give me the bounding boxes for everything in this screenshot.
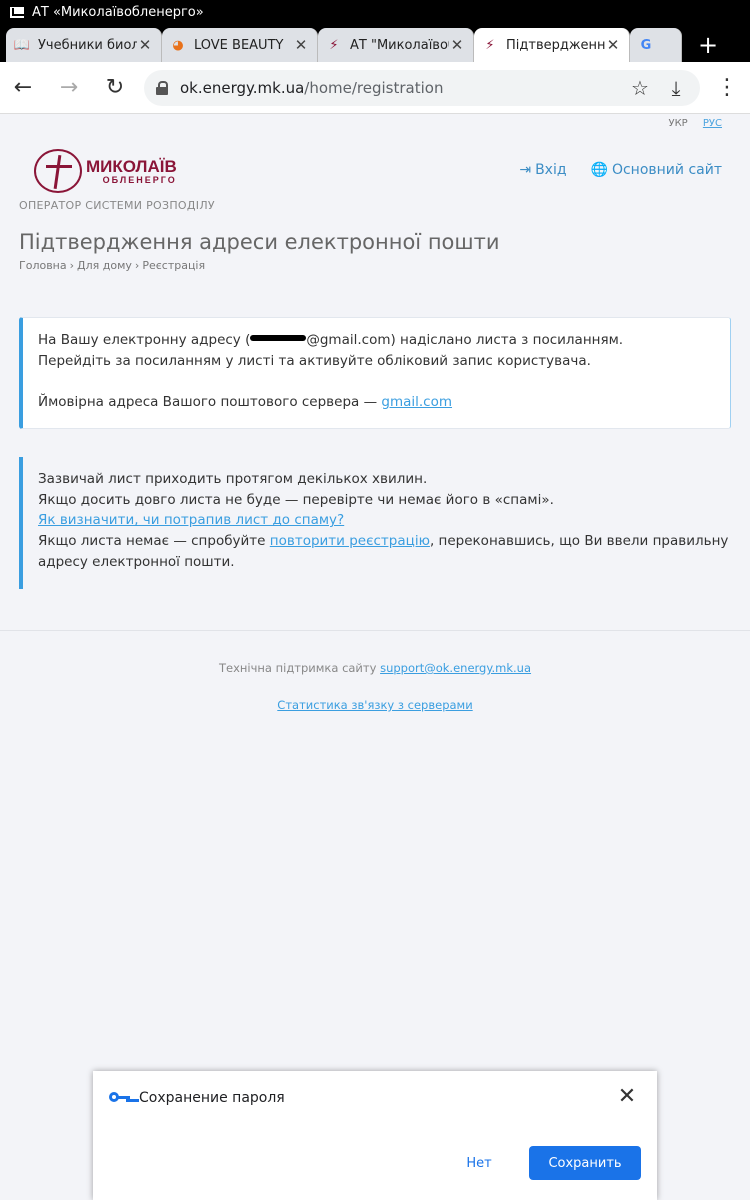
leaf-icon: ◕ — [172, 37, 184, 53]
close-tab-icon[interactable]: ✕ — [449, 36, 465, 54]
tab-textbooks[interactable]: 📖 Учебники биоло ✕ — [6, 28, 162, 62]
decline-button[interactable]: Нет — [449, 1146, 509, 1180]
forward-arrow-icon[interactable]: → — [46, 65, 92, 111]
reload-icon[interactable]: ↻ — [92, 65, 138, 111]
notice-line: Зазвичай лист приходить протягом декільк… — [38, 471, 428, 487]
site-logo[interactable]: МИКОЛАЇВ ОБЛЕНЕРГО — [34, 149, 177, 193]
tab-label: LOVE BEAUTY — [194, 37, 284, 53]
language-switcher: УКР РУС — [656, 118, 722, 129]
close-tab-icon[interactable]: ✕ — [605, 36, 621, 54]
notice-line: Перейдіть за посиланням у листі та актив… — [38, 352, 591, 369]
url-host: ok.energy.mk.ua — [180, 78, 305, 97]
breadcrumb-home[interactable]: Головна — [19, 259, 67, 272]
power-tower-logo-icon — [34, 149, 82, 193]
notice-line: На Вашу електронну адресу ( @gmail.com) н… — [38, 330, 716, 351]
notice-text: Якщо листа немає — спробуйте — [38, 533, 266, 550]
retry-registration-link[interactable]: повторити реєстрацію — [270, 533, 430, 549]
logo-word-2: ОБЛЕНЕРГО — [102, 174, 177, 185]
globe-icon: 🌐 — [590, 162, 608, 178]
save-button[interactable]: Сохранить — [529, 1146, 641, 1180]
email-sent-notice: На Вашу електронну адресу ( @gmail.com) н… — [19, 317, 731, 429]
server-stats-link[interactable]: Статистика зв'язку з серверами — [277, 698, 472, 712]
status-bar-title: АТ «Миколаївобленерго» — [32, 4, 204, 20]
save-password-sheet: Сохранение пароля ✕ Нет Сохранить — [93, 1071, 657, 1200]
breadcrumb: Головна › Для дому › Реєстрація — [19, 259, 206, 272]
close-icon[interactable]: ✕ — [615, 1085, 639, 1109]
close-tab-icon[interactable]: ✕ — [293, 36, 309, 54]
url-path: /home/registration — [304, 78, 444, 97]
book-icon: 📖 — [13, 37, 31, 53]
tab-mykolaiv-oblenergo[interactable]: ⚡ АТ "Миколаївоб ✕ — [318, 28, 474, 62]
spam-hint-notice: Зазвичай лист приходить протягом декільк… — [19, 457, 731, 589]
google-icon: G — [640, 37, 652, 53]
tab-label: АТ "Миколаївоб — [350, 37, 449, 53]
logo-word-1: МИКОЛАЇВ — [86, 156, 177, 176]
notice-line: адресу електронної пошти. — [38, 553, 235, 570]
tab-label: Підтвердження — [506, 37, 605, 53]
notice-text: , переконавшись, що Ви ввели правильну — [429, 533, 729, 550]
footer-support: Технічна підтримка сайту support@ok.ener… — [0, 661, 750, 675]
new-tab-button[interactable]: + — [688, 28, 728, 62]
notice-line: Якщо досить довго листа не буде — переві… — [38, 491, 554, 508]
sign-in-icon: ⇥ — [519, 162, 532, 178]
status-bar: АТ «Миколаївобленерго» — [0, 0, 750, 24]
page-title: Підтвердження адреси електронної пошти — [19, 230, 500, 254]
close-tab-icon[interactable]: ✕ — [137, 36, 153, 54]
notice-text: @gmail.com) надіслано листа з посиланням… — [306, 332, 624, 348]
gmail-icon — [10, 6, 24, 18]
address-bar[interactable]: ok.energy.mk.ua/home/registration ☆ ⤓ — [144, 69, 700, 106]
tower-icon: ⚡ — [485, 37, 495, 53]
back-arrow-icon[interactable]: ← — [0, 65, 46, 111]
key-icon — [109, 1091, 133, 1105]
login-link[interactable]: ⇥ Вхід — [519, 162, 566, 178]
lock-icon[interactable] — [156, 80, 170, 95]
notice-line: Ймовірна адреса Вашого поштового сервера… — [38, 392, 716, 413]
support-email-link[interactable]: support@ok.energy.mk.ua — [380, 661, 531, 675]
tab-google[interactable]: G — [630, 28, 682, 62]
tab-label: Учебники биоло — [38, 37, 137, 53]
star-icon[interactable]: ☆ — [622, 70, 658, 106]
main-site-link[interactable]: 🌐 Основний сайт — [591, 162, 722, 178]
breadcrumb-home-users[interactable]: Для дому — [77, 259, 132, 272]
main-site-label: Основний сайт — [611, 162, 722, 178]
breadcrumb-registration: Реєстрація — [142, 259, 206, 272]
tab-love-beauty[interactable]: ◕ LOVE BEAUTY ✕ — [162, 28, 318, 62]
top-nav: ⇥ Вхід 🌐 Основний сайт — [495, 162, 722, 178]
mail-server-link[interactable]: gmail.com — [381, 394, 452, 410]
login-label: Вхід — [535, 162, 567, 178]
notice-text: Ймовірна адреса Вашого поштового сервера… — [38, 394, 378, 411]
support-text: Технічна підтримка сайту — [218, 661, 377, 675]
redacted-email — [250, 335, 307, 341]
url-text[interactable]: ok.energy.mk.ua/home/registration — [180, 79, 622, 97]
spam-check-link[interactable]: Як визначити, чи потрапив лист до спаму? — [38, 512, 344, 528]
notice-text: На Вашу електронну адресу ( — [38, 332, 251, 348]
menu-dots-icon[interactable]: ⋮ — [704, 65, 750, 111]
lang-rus-link[interactable]: РУС — [703, 118, 722, 129]
lang-ukr: УКР — [668, 118, 688, 129]
footer-divider — [0, 630, 750, 631]
notice-line: Як визначити, чи потрапив лист до спаму? — [38, 510, 717, 531]
tab-strip: 📖 Учебники биоло ✕ ◕ LOVE BEAUTY ✕ ⚡ АТ … — [0, 24, 750, 62]
download-icon[interactable]: ⤓ — [658, 70, 694, 106]
tab-confirmation[interactable]: ⚡ Підтвердження ✕ — [474, 28, 630, 62]
operator-caption: ОПЕРАТОР СИСТЕМИ РОЗПОДІЛУ — [19, 199, 215, 212]
notice-line: Якщо листа немає — спробуйте повторити р… — [38, 531, 728, 552]
browser-toolbar: ← → ↻ ok.energy.mk.ua/home/registration … — [0, 62, 750, 114]
tower-icon: ⚡ — [329, 37, 339, 53]
save-password-title: Сохранение пароля — [139, 1090, 285, 1106]
footer-stats: Статистика зв'язку з серверами — [0, 698, 750, 712]
